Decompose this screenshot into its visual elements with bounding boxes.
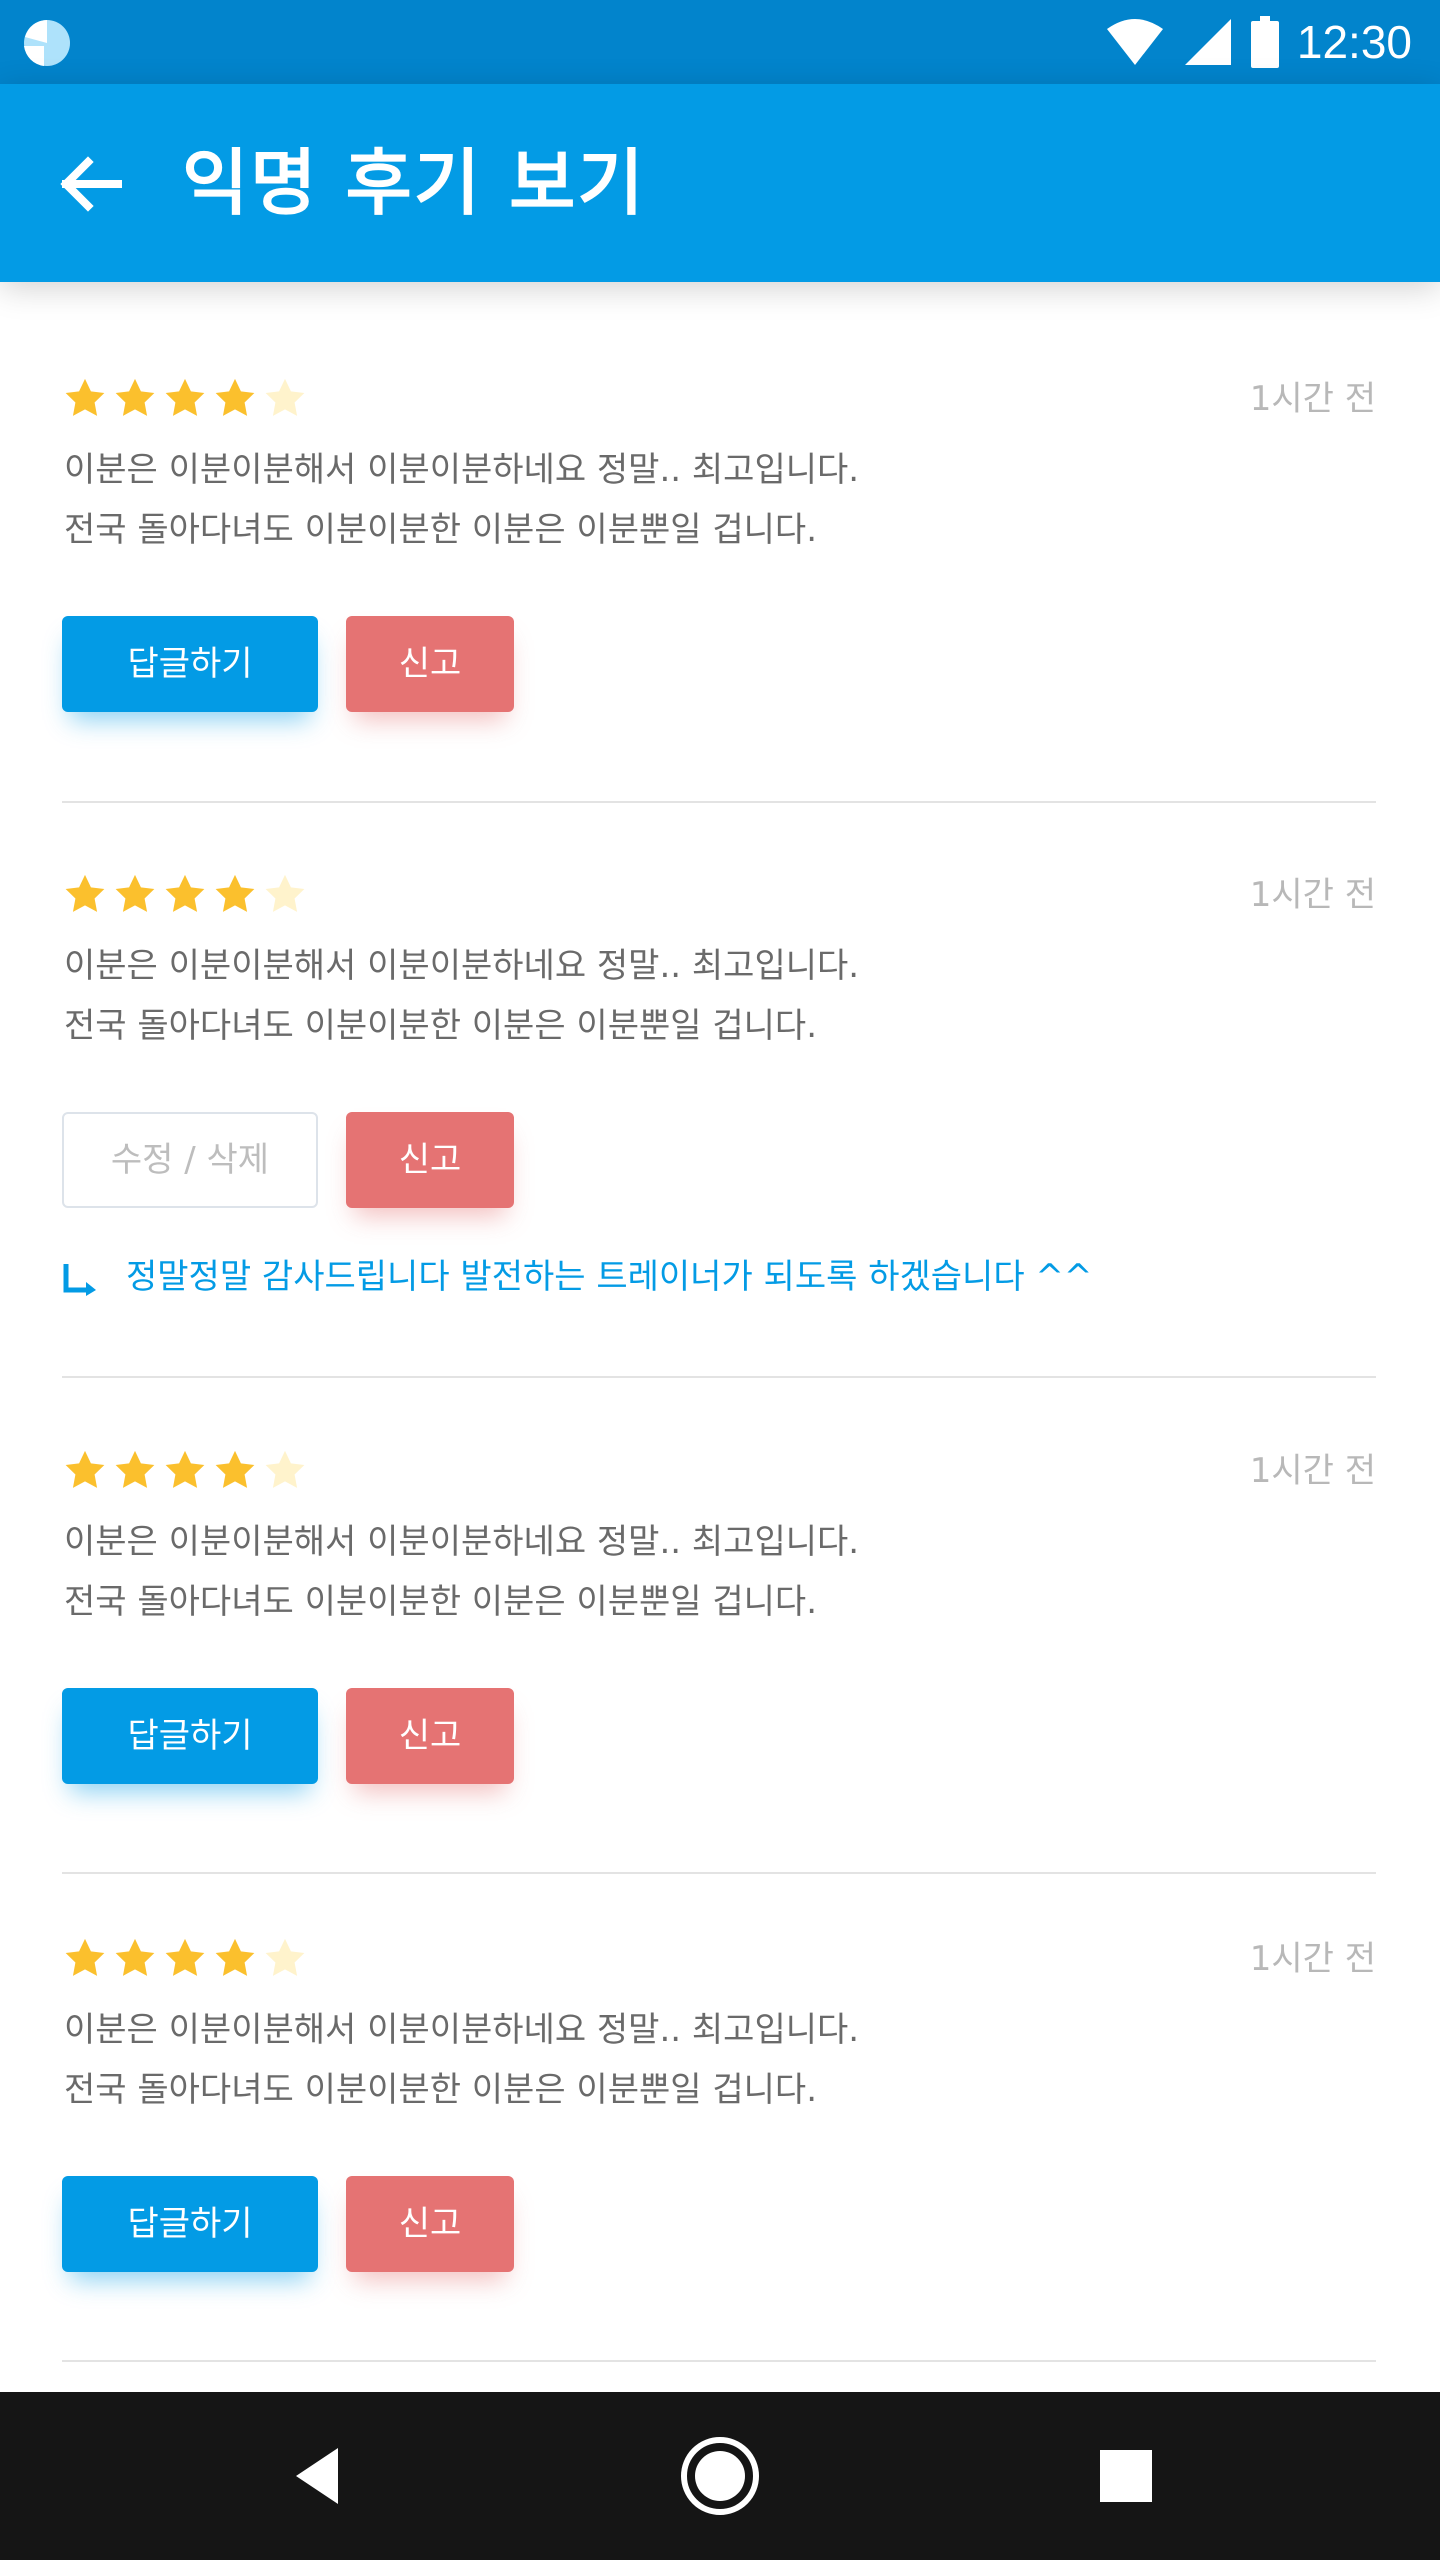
star-filled-icon [215,1938,255,1976]
review-line-2: 전국 돌아다녀도 이분이분한 이분은 이분뿐일 겁니다. [64,1006,818,1046]
star-empty-icon [265,1938,305,1976]
review-item: 1시간 전 이분은 이분이분해서 이분이분하네요 정말.. 최고입니다. 전국 … [62,872,1376,1312]
star-empty-icon [265,1450,305,1488]
review-item: 1시간 전 이분은 이분이분해서 이분이분하네요 정말.. 최고입니다. 전국 … [62,1936,1376,2296]
star-empty-icon [265,874,305,912]
review-time: 1시간 전 [1249,1451,1376,1491]
review-time: 1시간 전 [1249,875,1376,915]
reply-button[interactable]: 답글하기 [62,1688,318,1784]
divider [62,1872,1376,1874]
review-line-1: 이분은 이분이분해서 이분이분하네요 정말.. 최고입니다. [64,946,860,986]
back-triangle-icon[interactable] [278,2436,358,2516]
status-bar: 12:30 [0,0,1440,84]
report-button[interactable]: 신고 [346,2176,514,2272]
star-rating [62,872,308,918]
star-filled-icon [65,1938,105,1976]
review-time: 1시간 전 [1249,1939,1376,1979]
divider [62,801,1376,803]
app-bar: 익명 후기 보기 [0,84,1440,282]
arrow-back-icon[interactable] [52,144,132,224]
star-filled-icon [115,378,155,416]
reply-text: 정말정말 감사드립니다 발전하는 트레이너가 되도록 하겠습니다 ^^ [126,1257,1093,1297]
star-filled-icon [65,874,105,912]
review-line-2: 전국 돌아다녀도 이분이분한 이분은 이분뿐일 겁니다. [64,2070,818,2110]
star-filled-icon [115,1450,155,1488]
review-text: 이분은 이분이분해서 이분이분하네요 정말.. 최고입니다. 전국 돌아다녀도 … [64,936,859,1056]
divider [62,2360,1376,2362]
reply-button[interactable]: 답글하기 [62,616,318,712]
reply-button[interactable]: 답글하기 [62,2176,318,2272]
review-line-1: 이분은 이분이분해서 이분이분하네요 정말.. 최고입니다. [64,450,860,490]
report-button[interactable]: 신고 [346,616,514,712]
star-filled-icon [115,1938,155,1976]
star-filled-icon [65,378,105,416]
review-line-2: 전국 돌아다녀도 이분이분한 이분은 이분뿐일 겁니다. [64,510,818,550]
star-filled-icon [165,1450,205,1488]
star-rating [62,376,308,422]
status-icons: 12:30 [1105,0,1412,84]
signal-icon [1184,19,1231,65]
star-empty-icon [265,378,305,416]
star-filled-icon [215,874,255,912]
star-filled-icon [215,1450,255,1488]
edit-delete-button[interactable]: 수정 / 삭제 [62,1112,318,1208]
report-button[interactable]: 신고 [346,1112,514,1208]
review-line-2: 전국 돌아다녀도 이분이분한 이분은 이분뿐일 겁니다. [64,1582,818,1622]
battery-icon [1250,16,1279,68]
status-time: 12:30 [1296,16,1412,68]
review-line-1: 이분은 이분이분해서 이분이분하네요 정말.. 최고입니다. [64,1522,860,1562]
report-button[interactable]: 신고 [346,1688,514,1784]
star-filled-icon [115,874,155,912]
trainer-reply: 정말정말 감사드립니다 발전하는 트레이너가 되도록 하겠습니다 ^^ [62,1254,1092,1300]
review-item: 1시간 전 이분은 이분이분해서 이분이분하네요 정말.. 최고입니다. 전국 … [62,1448,1376,1808]
recents-square-icon[interactable] [1086,2436,1166,2516]
app-logo-icon [24,20,70,66]
review-text: 이분은 이분이분해서 이분이분하네요 정말.. 최고입니다. 전국 돌아다녀도 … [64,440,859,560]
review-line-1: 이분은 이분이분해서 이분이분하네요 정말.. 최고입니다. [64,2010,860,2050]
review-item: 1시간 전 이분은 이분이분해서 이분이분하네요 정말.. 최고입니다. 전국 … [62,376,1376,736]
home-circle-icon[interactable] [680,2436,760,2516]
review-list: 1시간 전 이분은 이분이분해서 이분이분하네요 정말.. 최고입니다. 전국 … [0,282,1440,2392]
star-filled-icon [65,1450,105,1488]
system-nav-bar [0,2392,1440,2560]
review-time: 1시간 전 [1249,379,1376,419]
review-text: 이분은 이분이분해서 이분이분하네요 정말.. 최고입니다. 전국 돌아다녀도 … [64,2000,859,2120]
star-filled-icon [215,378,255,416]
star-filled-icon [165,1938,205,1976]
divider [62,1376,1376,1378]
page-title: 익명 후기 보기 [182,141,646,225]
reply-arrow-icon [63,1263,96,1296]
wifi-icon [1106,19,1163,65]
star-filled-icon [165,378,205,416]
review-text: 이분은 이분이분해서 이분이분하네요 정말.. 최고입니다. 전국 돌아다녀도 … [64,1512,859,1632]
star-rating [62,1448,308,1494]
star-rating [62,1936,308,1982]
star-filled-icon [165,874,205,912]
